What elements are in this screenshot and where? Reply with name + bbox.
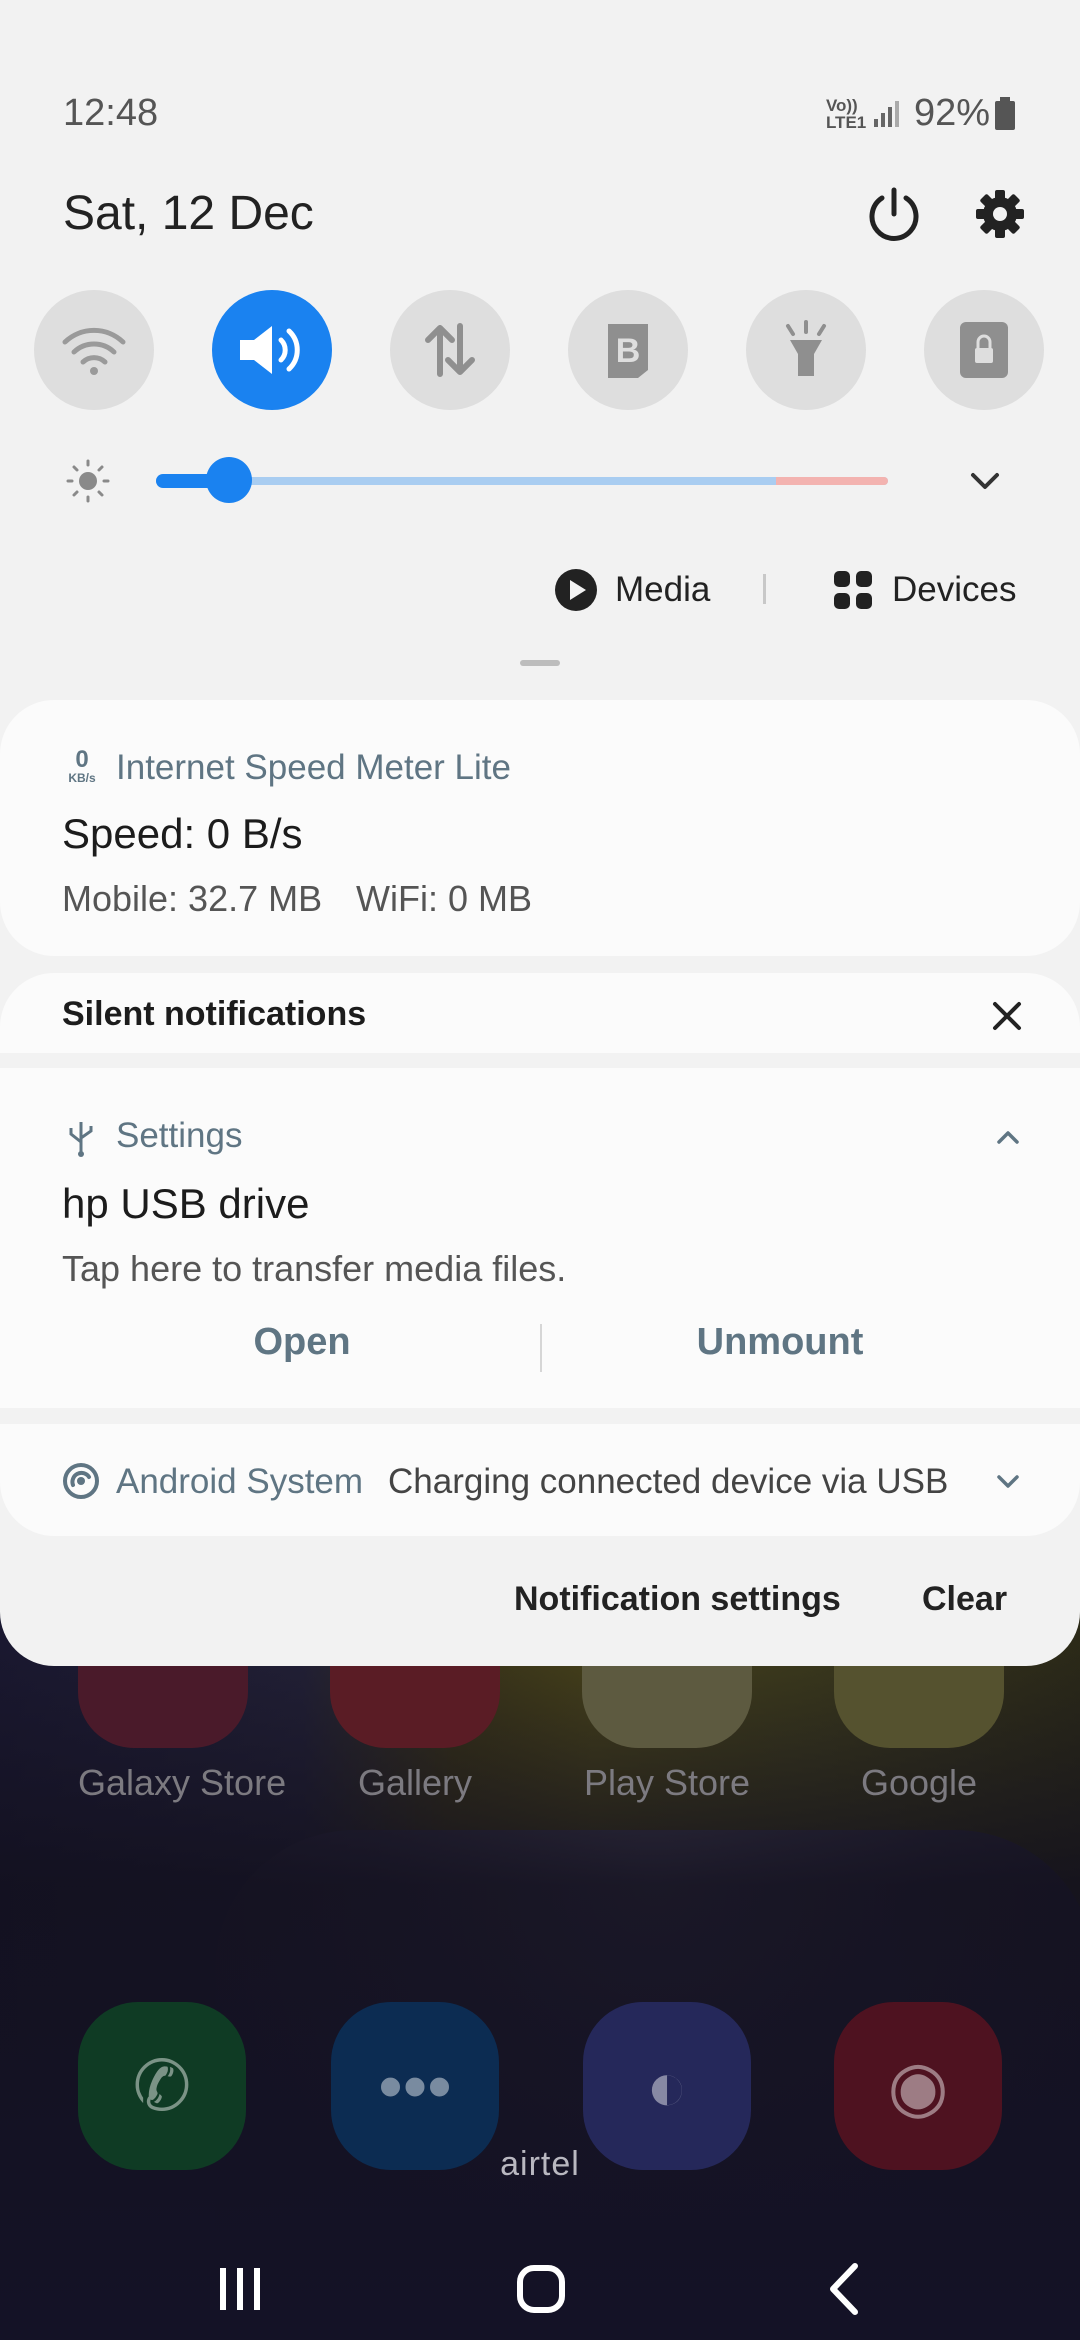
power-icon [869, 187, 919, 241]
silent-notifications-header: Silent notifications [0, 973, 1080, 1053]
screen-lock-icon [960, 322, 1008, 378]
back-icon [830, 2263, 858, 2315]
recents-button[interactable] [190, 2248, 290, 2328]
collapse-button[interactable] [990, 1122, 1026, 1152]
mobile-usage: Mobile: 32.7 MB [62, 878, 323, 919]
wifi-usage: WiFi: 0 MB [356, 878, 532, 919]
chevron-down-icon [997, 1475, 1019, 1488]
unmount-label: Unmount [696, 1321, 864, 1363]
app-label: Gallery [357, 1762, 473, 1803]
media-label: Media [615, 570, 711, 609]
expand-notification-button[interactable] [990, 1466, 1026, 1496]
app-label: Play Store [583, 1762, 751, 1803]
flashlight-icon [786, 320, 826, 376]
divider [763, 574, 766, 604]
unmount-button[interactable]: Unmount [542, 1304, 1018, 1380]
usb-app-name: Settings [116, 1116, 243, 1155]
open-label: Open [253, 1321, 351, 1363]
notification-settings-button[interactable]: Notification settings [514, 1580, 841, 1619]
signal-icon [873, 100, 899, 127]
svg-text:B: B [616, 332, 641, 370]
battery-percent: 92% [913, 92, 990, 134]
android-system-app-name: Android System [116, 1462, 364, 1501]
volte-indicator: Vo)) LTE1 [825, 95, 867, 132]
brightness-icon [66, 459, 110, 503]
chevron-up-icon [997, 1131, 1019, 1144]
usb-icon [69, 1122, 93, 1157]
app-label: Galaxy Store [78, 1762, 287, 1803]
flashlight-toggle[interactable] [746, 290, 866, 410]
dismiss-silent-button[interactable] [986, 995, 1028, 1037]
mobile-data-icon [425, 323, 475, 377]
back-button[interactable] [795, 2248, 895, 2328]
gear-icon [976, 190, 1024, 238]
usb-drive-notification[interactable]: Settings hp USB drive Tap here to transf… [0, 1068, 1080, 1408]
settings-button[interactable] [968, 182, 1032, 246]
android-system-notification[interactable]: Android System Charging connected device… [0, 1424, 1080, 1536]
wifi-toggle[interactable] [34, 290, 154, 410]
expand-button[interactable] [960, 456, 1010, 506]
android-system-icon [63, 1463, 99, 1499]
devices-grid-icon [834, 571, 872, 609]
brightness-high-zone [776, 477, 888, 485]
wifi-icon [62, 327, 126, 375]
bluetooth-icon: B [608, 324, 648, 378]
carrier-label: airtel [500, 2145, 580, 2183]
speed-meter-title: Speed: 0 B/s [62, 810, 303, 857]
media-button[interactable]: Media [553, 566, 710, 614]
silent-notifications-label: Silent notifications [62, 995, 367, 1033]
app-label: Google [860, 1762, 978, 1803]
play-icon [555, 569, 597, 611]
home-button[interactable] [490, 2248, 590, 2328]
open-button[interactable]: Open [62, 1304, 542, 1380]
recents-icon [220, 2268, 260, 2310]
power-button[interactable] [862, 182, 926, 246]
brightness-slider-thumb[interactable] [206, 457, 253, 503]
speed-badge-value: 0 [75, 746, 89, 773]
status-time: 12:48 [63, 92, 159, 134]
home-icon [517, 2265, 565, 2313]
mobile-data-toggle[interactable] [390, 290, 510, 410]
sound-toggle[interactable] [212, 290, 332, 410]
usb-body: Tap here to transfer media files. [62, 1248, 567, 1289]
chevron-down-icon [971, 473, 999, 489]
speed-meter-app-name: Internet Speed Meter Lite [116, 748, 511, 787]
devices-label: Devices [892, 570, 1017, 609]
close-icon [993, 1002, 1021, 1030]
clear-button[interactable]: Clear [922, 1580, 1007, 1619]
battery-icon [995, 96, 1015, 130]
speed-badge-unit: KB/s [68, 771, 96, 785]
sound-icon [240, 326, 300, 374]
speed-meter-notification[interactable]: 0 KB/s Internet Speed Meter Lite Speed: … [0, 700, 1080, 956]
bluetooth-toggle[interactable]: B [568, 290, 688, 410]
drag-handle[interactable] [520, 660, 560, 666]
media-devices-row: Media Devices [0, 560, 1080, 620]
speed-meter-app-icon: 0 KB/s [62, 746, 102, 785]
usb-title: hp USB drive [62, 1180, 310, 1227]
date-label: Sat, 12 Dec [63, 187, 314, 240]
brightness-row [60, 450, 1020, 510]
status-bar-right: Vo)) LTE1 92% [826, 92, 1016, 135]
android-system-text: Charging connected device via USB [388, 1462, 949, 1501]
notification-panel: 12:48 Vo)) LTE1 92% Sat, 12 Dec B Media … [0, 0, 1080, 1666]
devices-button[interactable]: Devices [832, 566, 1016, 614]
screen-lock-toggle[interactable] [924, 290, 1044, 410]
